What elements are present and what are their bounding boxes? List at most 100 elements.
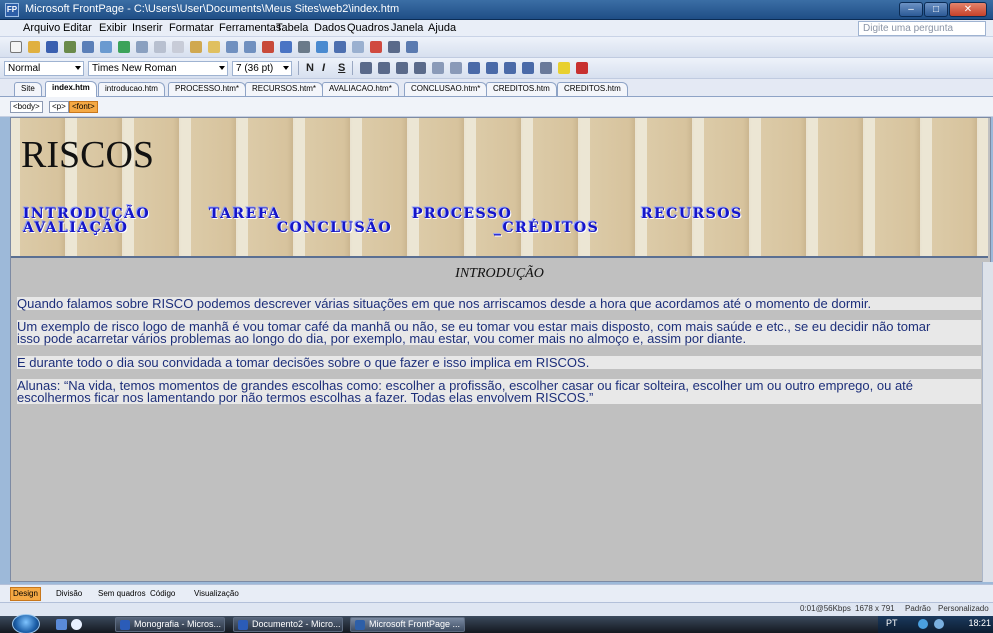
decrease-indent-icon[interactable] xyxy=(504,62,516,74)
quick-tag-font[interactable]: <font> xyxy=(69,101,98,113)
open-folder-icon[interactable] xyxy=(28,41,40,53)
menu-ferramentas[interactable]: Ferramentas xyxy=(219,22,281,34)
menu-dados[interactable]: Dados xyxy=(314,22,346,34)
tab-index[interactable]: index.htm xyxy=(45,81,97,97)
menu-arquivo[interactable]: Arquivo xyxy=(23,22,60,34)
language-indicator[interactable]: PT xyxy=(886,618,898,628)
publish-icon[interactable] xyxy=(82,41,94,53)
insert-table-icon[interactable] xyxy=(262,41,274,53)
chevron-down-icon xyxy=(283,66,289,70)
taskbar-item-documento2[interactable]: Documento2 - Micro... xyxy=(233,617,343,632)
cut-icon[interactable] xyxy=(154,41,166,53)
page-banner: RISCOS INTRODUÇÃO TAREFA PROCESSO RECURS… xyxy=(11,118,988,258)
nav-link-recursos[interactable]: RECURSOS xyxy=(641,206,743,222)
volume-icon[interactable] xyxy=(934,619,944,629)
taskbar-item-label: Monografia - Micros... xyxy=(134,619,222,629)
refresh-icon[interactable] xyxy=(352,41,364,53)
preview-button[interactable]: Visualização xyxy=(194,588,239,600)
bold-button[interactable]: N xyxy=(306,62,314,74)
tab-creditos-2[interactable]: CREDITOS.htm xyxy=(557,82,628,96)
menu-inserir[interactable]: Inserir xyxy=(132,22,163,34)
nav-link-conclusao[interactable]: CONCLUSÃO xyxy=(277,220,392,236)
ask-question-box[interactable]: Digite uma pergunta xyxy=(858,21,986,36)
tab-recursos[interactable]: RECURSOS.htm* xyxy=(245,82,324,96)
undo-icon[interactable] xyxy=(226,41,238,53)
taskbar-item-frontpage[interactable]: Microsoft FrontPage ... xyxy=(350,617,465,632)
highlight-color-icon[interactable] xyxy=(558,62,570,74)
preview-icon[interactable] xyxy=(118,41,130,53)
minimize-button[interactable]: – xyxy=(899,2,923,17)
font-size-select[interactable]: 7 (36 pt) xyxy=(232,61,292,76)
tab-creditos-1[interactable]: CREDITOS.htm xyxy=(486,82,557,96)
nav-link-avaliacao[interactable]: AVALIAÇÃO xyxy=(23,220,128,236)
menu-exibir[interactable]: Exibir xyxy=(99,22,127,34)
menu-tabela[interactable]: Tabela xyxy=(276,22,308,34)
bulleted-list-icon[interactable] xyxy=(486,62,498,74)
toolbar-separator xyxy=(298,61,299,75)
increase-font-icon[interactable] xyxy=(432,62,444,74)
design-view-button[interactable]: Design xyxy=(10,587,41,601)
start-button[interactable] xyxy=(12,614,40,633)
format-painter-icon[interactable] xyxy=(208,41,220,53)
word-icon xyxy=(238,620,248,630)
network-icon[interactable] xyxy=(918,619,928,629)
copy-icon[interactable] xyxy=(172,41,184,53)
show-all-icon[interactable] xyxy=(388,41,400,53)
paste-icon[interactable] xyxy=(190,41,202,53)
style-select[interactable]: Normal xyxy=(4,61,84,76)
stop-icon[interactable] xyxy=(370,41,382,53)
help-icon[interactable] xyxy=(406,41,418,53)
split-view-button[interactable]: Divisão xyxy=(56,588,82,600)
quick-tag-p[interactable]: <p> xyxy=(49,101,69,113)
show-desktop-icon[interactable] xyxy=(56,619,67,630)
style-select-value: Normal xyxy=(8,63,41,74)
taskbar-item-monografia[interactable]: Monografia - Micros... xyxy=(115,617,225,632)
search-icon[interactable] xyxy=(64,41,76,53)
maximize-button[interactable]: □ xyxy=(924,2,948,17)
nav-link-tarefa[interactable]: TAREFA xyxy=(209,206,281,222)
tab-processo[interactable]: PROCESSO.htm* xyxy=(168,82,247,96)
page-dimensions[interactable]: 1678 x 791 xyxy=(855,604,895,613)
tab-introducao[interactable]: introducao.htm xyxy=(98,82,165,96)
tab-avaliacao[interactable]: AVALIACAO.htm* xyxy=(322,82,399,96)
menu-formatar[interactable]: Formatar xyxy=(169,22,214,34)
internet-explorer-icon[interactable] xyxy=(71,619,82,630)
insert-picture-icon[interactable] xyxy=(298,41,310,53)
tab-site[interactable]: Site xyxy=(14,82,42,96)
menu-ajuda[interactable]: Ajuda xyxy=(428,22,456,34)
italic-button[interactable]: I xyxy=(322,62,325,74)
vertical-scrollbar[interactable] xyxy=(982,262,993,582)
nav-link-creditos[interactable]: _CRÉDITOS xyxy=(494,220,599,236)
design-view-document[interactable]: RISCOS INTRODUÇÃO TAREFA PROCESSO RECURS… xyxy=(10,117,991,582)
tab-conclusao[interactable]: CONCLUSAO.htm* xyxy=(404,82,488,96)
menu-janela[interactable]: Janela xyxy=(391,22,423,34)
font-select[interactable]: Times New Roman xyxy=(88,61,228,76)
increase-indent-icon[interactable] xyxy=(522,62,534,74)
redo-icon[interactable] xyxy=(244,41,256,53)
insert-layer-icon[interactable] xyxy=(280,41,292,53)
web-component-icon[interactable] xyxy=(316,41,328,53)
close-button[interactable]: ✕ xyxy=(949,2,987,17)
save-icon[interactable] xyxy=(46,41,58,53)
menu-editar[interactable]: Editar xyxy=(63,22,92,34)
align-center-icon[interactable] xyxy=(378,62,390,74)
spelling-icon[interactable] xyxy=(136,41,148,53)
code-view-button[interactable]: Código xyxy=(150,588,175,600)
print-icon[interactable] xyxy=(100,41,112,53)
menu-quadros[interactable]: Quadros xyxy=(347,22,389,34)
clock[interactable]: 18:21 xyxy=(968,618,991,628)
new-page-icon[interactable] xyxy=(10,41,22,53)
hyperlink-icon[interactable] xyxy=(334,41,346,53)
frontpage-app-icon[interactable]: FP xyxy=(5,3,19,17)
toolbar-separator xyxy=(352,61,353,75)
no-frames-view-button[interactable]: Sem quadros xyxy=(98,588,146,600)
align-left-icon[interactable] xyxy=(360,62,372,74)
font-color-icon[interactable] xyxy=(576,62,588,74)
borders-icon[interactable] xyxy=(540,62,552,74)
align-right-icon[interactable] xyxy=(396,62,408,74)
quick-tag-body[interactable]: <body> xyxy=(10,101,43,113)
decrease-font-icon[interactable] xyxy=(450,62,462,74)
numbered-list-icon[interactable] xyxy=(468,62,480,74)
justify-icon[interactable] xyxy=(414,62,426,74)
underline-button[interactable]: S xyxy=(338,62,345,74)
